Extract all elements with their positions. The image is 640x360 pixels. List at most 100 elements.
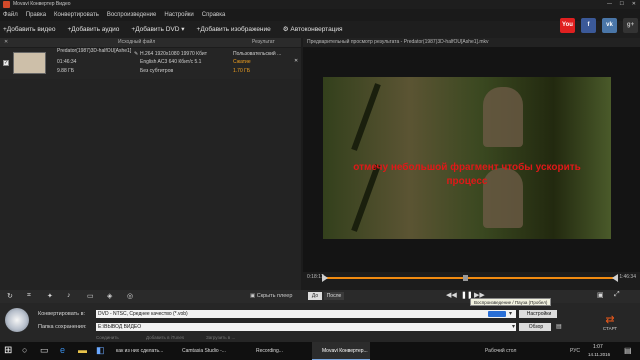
menu-convert[interactable]: Конвертировать	[54, 9, 99, 21]
timeline-selection	[325, 277, 615, 279]
language-indicator[interactable]: РУС	[570, 348, 580, 354]
fullscreen-icon[interactable]: ⤢	[614, 291, 620, 299]
add-image-label: Добавить изображение	[200, 26, 271, 33]
save-folder-label: Папка сохранения:	[38, 324, 87, 330]
taskbar-item-movavi[interactable]: Movavi Конвертер...	[312, 342, 370, 360]
clock-time[interactable]: 1:07	[593, 344, 603, 350]
marker-end-handle[interactable]	[612, 274, 618, 282]
hide-player-label: Скрыть плеер	[256, 293, 293, 299]
file-name: Predator(1987)3D-halfOU[Ashe1]	[57, 48, 132, 54]
subtitle-info: Без субтитров	[140, 68, 174, 74]
taskbar-item-recording[interactable]: Recording...	[248, 342, 306, 360]
rewind-icon[interactable]: ◀◀	[446, 291, 457, 299]
task-view-icon[interactable]: ▭	[40, 345, 49, 356]
youtube-icon[interactable]: You	[560, 18, 575, 33]
autoconvert-button[interactable]: ⚙ Автоконвертация	[283, 21, 343, 38]
google-plus-icon[interactable]: g+	[623, 18, 638, 33]
file-checkbox[interactable]: ✓	[3, 60, 9, 66]
chevron-down-icon[interactable]: ▾	[512, 323, 515, 330]
save-folder-input[interactable]: E:\ВЫВОД ВИДЕО	[96, 323, 516, 331]
result-status: Сжатие	[233, 59, 251, 65]
folder-icon[interactable]: ▤	[556, 323, 562, 330]
add-video-button[interactable]: +Добавить видео	[3, 21, 55, 38]
menu-playback[interactable]: Воспроизведение	[107, 9, 157, 21]
taskbar: ⊞ ○ ▭ e ▬ ◧ как из них сделать... Camtas…	[0, 342, 640, 360]
add-dvd-label: Добавить DVD	[135, 26, 180, 33]
file-thumbnail	[13, 52, 46, 74]
hide-player-button[interactable]: ▣ Скрыть плеер	[250, 293, 292, 299]
start-button[interactable]: ⇄ СТАРТ	[598, 315, 622, 333]
gear-icon: ⚙	[282, 26, 289, 33]
itunes-option[interactable]: Добавить в iTunes	[146, 335, 184, 340]
result-header: Результат	[252, 39, 275, 45]
time-end: 1:46:34	[619, 274, 636, 280]
format-select[interactable]: DVD - NTSC, Среднее качество (*.vob)	[96, 310, 516, 318]
windows-start-icon[interactable]: ⊞	[4, 345, 12, 356]
browse-button[interactable]: Обзор	[519, 323, 551, 331]
upload-option[interactable]: Загрузить в ...	[206, 335, 235, 340]
clock-date[interactable]: 14.11.2016	[588, 352, 610, 357]
search-icon[interactable]: ○	[22, 345, 27, 355]
title-bar: Movavi Конвертер Видео — ☐ ✕	[0, 0, 640, 9]
social-buttons: You f vk g+	[560, 18, 638, 33]
file-size: 9.88 ГБ	[57, 68, 75, 74]
output-settings: Конвертировать в: DVD - NTSC, Среднее ка…	[0, 303, 640, 342]
close-button[interactable]: ✕	[632, 0, 636, 9]
video-frame[interactable]: отмечу небольшой фрагмент чтобы ускорить…	[323, 77, 611, 239]
dvd-format-icon	[5, 308, 29, 332]
edit-icon[interactable]: ✎	[134, 51, 138, 58]
timeline: 0:18:17 1:46:34	[303, 272, 640, 284]
chevron-down-icon[interactable]: ▾	[509, 310, 512, 317]
menu-file[interactable]: Файл	[3, 9, 18, 21]
file-duration: 01:46:34	[57, 59, 77, 65]
stabilize-icon[interactable]: ◎	[127, 292, 133, 300]
facebook-icon[interactable]: f	[581, 18, 596, 33]
edge-icon[interactable]: e	[60, 345, 65, 355]
settings-button[interactable]: Настройки	[519, 310, 557, 318]
audio-icon[interactable]: ♪	[67, 292, 71, 299]
join-option[interactable]: Соединить	[96, 335, 119, 340]
effects-icon[interactable]: ✦	[47, 292, 53, 300]
before-button[interactable]: До	[308, 292, 322, 300]
desktop-toolbar[interactable]: Рабочий стол	[485, 348, 516, 354]
vk-icon[interactable]: vk	[602, 18, 617, 33]
maximize-button[interactable]: ☐	[620, 0, 624, 9]
video-info: H.264 1920x1080 19970 Кбит	[140, 51, 208, 57]
menu-settings[interactable]: Настройки	[164, 9, 193, 21]
menu-edit[interactable]: Правка	[26, 9, 46, 21]
crop-icon[interactable]: ⌗	[27, 292, 31, 300]
taskbar-item-camtasia[interactable]: Camtasia Studio -...	[180, 342, 238, 360]
source-header: Исходный файл	[118, 39, 156, 45]
audio-info: English AC3 640 Кбит/с 5.1	[140, 59, 202, 65]
video-caption: отмечу небольшой фрагмент чтобы ускорить…	[323, 161, 611, 189]
result-size: 1.70 ГБ	[233, 68, 251, 74]
snapshot-icon[interactable]: ▣	[597, 291, 604, 299]
file-list-area	[0, 79, 301, 290]
notifications-icon[interactable]: ▤	[624, 346, 632, 355]
after-button[interactable]: После	[324, 292, 344, 300]
remove-file-icon[interactable]: ✕	[294, 58, 298, 65]
playhead[interactable]	[463, 275, 468, 281]
subtitles-icon[interactable]: ▭	[87, 292, 94, 300]
convert-arrow-icon: ⇄	[605, 314, 615, 326]
taskbar-item-browser[interactable]: как из них сделать...	[114, 342, 170, 360]
convert-to-label: Конвертировать в:	[38, 311, 86, 317]
list-close-icon[interactable]: ✕	[4, 38, 8, 47]
player-icon: ▣	[250, 293, 256, 299]
window-title: Movavi Конвертер Видео	[13, 1, 71, 7]
add-dvd-button[interactable]: +Добавить DVD ▾	[131, 21, 184, 38]
add-audio-label: Добавить аудио	[71, 26, 120, 33]
menu-bar: Файл Правка Конвертировать Воспроизведен…	[0, 9, 640, 21]
explorer-icon[interactable]: ▬	[78, 345, 87, 355]
store-icon[interactable]: ◧	[96, 345, 105, 356]
add-image-button[interactable]: +Добавить изображение	[197, 21, 271, 38]
add-audio-button[interactable]: +Добавить аудио	[67, 21, 119, 38]
watermark-icon[interactable]: ◈	[107, 292, 112, 300]
marker-start-handle[interactable]	[322, 274, 328, 282]
rotate-icon[interactable]: ↻	[7, 292, 13, 300]
menu-help[interactable]: Справка	[202, 9, 226, 21]
hardware-accel-badge	[488, 311, 506, 317]
add-video-label: Добавить видео	[6, 26, 56, 33]
preview-title: Предварительный просмотр результата - Pr…	[303, 38, 640, 47]
minimize-button[interactable]: —	[607, 0, 612, 9]
